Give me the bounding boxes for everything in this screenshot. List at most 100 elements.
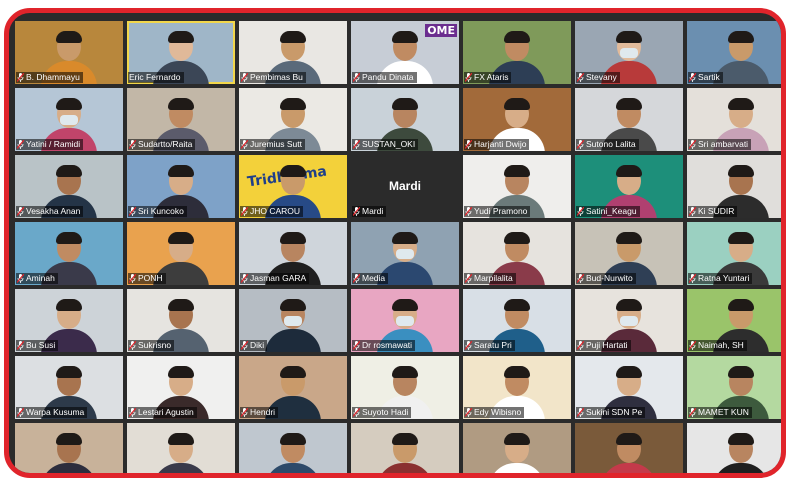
participant-tile[interactable]: Media (351, 222, 459, 285)
participant-tile[interactable] (351, 423, 459, 473)
participant-tile[interactable]: Aminah (15, 222, 123, 285)
participant-tile[interactable]: PONH (127, 222, 235, 285)
participant-video-hair (616, 232, 642, 244)
participant-video-hair (504, 165, 530, 177)
participant-name: Yatini / Ramidi (26, 139, 81, 149)
participant-video-hair (56, 232, 82, 244)
mic-muted-icon (129, 341, 136, 350)
participant-name-label: FX Ataris (464, 72, 512, 83)
mic-muted-icon (17, 207, 24, 216)
participant-tile[interactable] (687, 423, 781, 473)
participant-video-hair (616, 98, 642, 110)
participant-tile[interactable]: Bud-Nurwito (575, 222, 683, 285)
participant-name-label: Naimah, SH (688, 340, 747, 351)
participant-tile[interactable] (575, 423, 683, 473)
mic-muted-icon (241, 341, 248, 350)
participant-tile[interactable]: Edy Wibisno (463, 356, 571, 419)
participant-tile[interactable]: Marpilalita (463, 222, 571, 285)
participant-tile[interactable]: FX Ataris (463, 21, 571, 84)
participant-video-hair (616, 165, 642, 177)
participant-tile[interactable] (127, 423, 235, 473)
participant-tile[interactable]: Puji Hartati (575, 289, 683, 352)
participant-tile[interactable] (239, 423, 347, 473)
participant-name: Aminah (26, 273, 55, 283)
participant-tile[interactable]: Eric Fernardo (127, 21, 235, 84)
participant-name-label: Bu Susi (16, 340, 59, 351)
participant-video-hair (504, 299, 530, 311)
participant-tile[interactable]: Warpa Kusuma (15, 356, 123, 419)
participant-tile[interactable]: TridharmaJHO CAROU (239, 155, 347, 218)
participant-name: Suyoto Hadi (362, 407, 409, 417)
participant-tile[interactable]: B. Dhammayu (15, 21, 123, 84)
participant-tile[interactable]: Ratna Yuntari (687, 222, 781, 285)
participant-tile[interactable]: Sudartto/Raita (127, 88, 235, 151)
participant-tile[interactable]: Sukrisno (127, 289, 235, 352)
participant-tile[interactable]: Saratu Pri (463, 289, 571, 352)
participant-name: Diki (250, 340, 265, 350)
participant-tile[interactable]: Suyoto Hadi (351, 356, 459, 419)
participant-tile[interactable]: Stevany (575, 21, 683, 84)
participant-name-label: Aminah (16, 273, 58, 284)
participant-name: Saratu Pri (474, 340, 512, 350)
participant-name-label: Puji Hartati (576, 340, 631, 351)
participant-tile[interactable]: Vesakha Anan (15, 155, 123, 218)
participant-name-label: Mardi (352, 206, 387, 217)
participant-tile[interactable] (15, 423, 123, 473)
participant-tile[interactable]: Yatini / Ramidi (15, 88, 123, 151)
participant-video-hair (280, 299, 306, 311)
participant-video-body (713, 463, 769, 473)
participant-tile[interactable]: Sri Kuncoko (127, 155, 235, 218)
participant-video-hair (616, 31, 642, 43)
participant-tile[interactable]: Ki SUDIR (687, 155, 781, 218)
participant-tile[interactable]: Mardi Mardi (351, 155, 459, 218)
mic-muted-icon (577, 341, 584, 350)
participant-name-label: Ratna Yuntari (688, 273, 753, 284)
participant-name-label: B. Dhammayu (16, 72, 83, 83)
participant-tile[interactable]: MAMET KUN (687, 356, 781, 419)
participant-tile[interactable]: Sartik (687, 21, 781, 84)
mic-muted-icon (577, 73, 584, 82)
participant-tile[interactable]: Lestari Agustin (127, 356, 235, 419)
participant-video-body (377, 463, 433, 473)
participant-video-hair (56, 165, 82, 177)
participant-name: Bud-Nurwito (586, 273, 633, 283)
participant-name-label: Saratu Pri (464, 340, 515, 351)
participant-name-label: PONH (128, 273, 166, 284)
participant-tile[interactable]: SUSTAN_OKI (351, 88, 459, 151)
participant-tile[interactable]: Satini_Keagu (575, 155, 683, 218)
participant-tile[interactable]: Pembimas Bu (239, 21, 347, 84)
participant-tile[interactable]: Harjanti Dwijo (463, 88, 571, 151)
mic-muted-icon (353, 274, 360, 283)
participant-name-label: Satini_Keagu (576, 206, 640, 217)
mic-muted-icon (465, 73, 472, 82)
participant-tile[interactable]: Yudi Pramono (463, 155, 571, 218)
participant-tile[interactable]: Sukini SDN Pe (575, 356, 683, 419)
participant-tile[interactable]: Sutono Lalita (575, 88, 683, 151)
participant-name: Pembimas Bu (250, 72, 303, 82)
mic-muted-icon (129, 140, 136, 149)
participant-name: Sri Kuncoko (138, 206, 184, 216)
background-overlay-text: OME (425, 24, 457, 37)
participant-video-hair (616, 366, 642, 378)
participant-name: B. Dhammayu (26, 72, 80, 82)
participant-tile[interactable]: Diki (239, 289, 347, 352)
participant-tile[interactable]: Sri ambarvati (687, 88, 781, 151)
participant-tile[interactable]: Bu Susi (15, 289, 123, 352)
participant-tile[interactable]: Dr rosmawati (351, 289, 459, 352)
mic-muted-icon (241, 73, 248, 82)
participant-tile[interactable]: OME Pandu Dinata (351, 21, 459, 84)
participant-video-hair (616, 299, 642, 311)
participant-tile[interactable] (463, 423, 571, 473)
participant-video-body (153, 463, 209, 473)
participant-name: PONH (138, 273, 163, 283)
participant-name-label: Sri ambarvati (688, 139, 752, 150)
participant-video-hair (280, 232, 306, 244)
face-mask (284, 316, 302, 326)
participant-video-hair (168, 366, 194, 378)
participant-tile[interactable]: Jasman GARA (239, 222, 347, 285)
participant-tile[interactable]: Naimah, SH (687, 289, 781, 352)
mic-muted-icon (577, 207, 584, 216)
mic-muted-icon (465, 207, 472, 216)
participant-tile[interactable]: Hendri (239, 356, 347, 419)
participant-tile[interactable]: Juremius Sutt (239, 88, 347, 151)
